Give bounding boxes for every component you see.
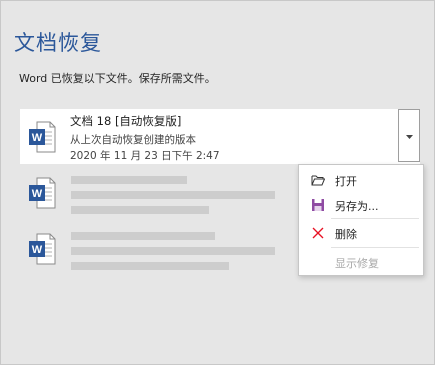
document-recovery-pane: 文档恢复 Word 已恢复以下文件。保存所需文件。 W 文档 18 [自动恢复版…	[0, 0, 435, 365]
svg-text:W: W	[32, 188, 43, 200]
file-placeholder-line	[71, 176, 187, 184]
file-options-dropdown-button[interactable]	[398, 109, 420, 162]
menu-item-label: 打开	[335, 175, 357, 188]
chevron-down-icon	[406, 135, 413, 139]
file-name: 文档 18 [自动恢复版]	[70, 114, 182, 128]
menu-item-show-repairs: 显示修复	[299, 251, 423, 273]
file-placeholder-line	[71, 206, 209, 214]
svg-text:W: W	[32, 244, 43, 256]
word-document-icon: W	[29, 121, 56, 153]
file-placeholder-line	[71, 191, 275, 199]
save-icon	[312, 199, 324, 211]
recovered-file-item[interactable]: W 文档 18 [自动恢复版] 从上次自动恢复创建的版本 2020 年 11 月…	[20, 109, 420, 164]
menu-item-delete[interactable]: 删除	[299, 222, 423, 244]
word-document-icon[interactable]: W	[28, 177, 56, 209]
delete-x-icon	[312, 227, 324, 239]
open-folder-icon	[311, 175, 325, 186]
file-version-note: 从上次自动恢复创建的版本	[70, 134, 196, 146]
menu-item-save-as[interactable]: 另存为...	[299, 194, 423, 216]
menu-separator	[331, 247, 419, 248]
menu-item-label: 另存为...	[335, 200, 379, 213]
menu-item-label: 显示修复	[335, 257, 379, 270]
file-placeholder-line	[71, 262, 229, 270]
menu-separator	[331, 218, 419, 219]
file-date: 2020 年 11 月 23 日下午 2:47	[70, 150, 220, 162]
file-context-menu: 打开 另存为... 删除 显示修复	[298, 164, 424, 276]
page-title: 文档恢复	[14, 31, 102, 55]
word-document-icon[interactable]: W	[28, 233, 56, 265]
menu-item-open[interactable]: 打开	[299, 169, 423, 191]
file-placeholder-line	[71, 247, 275, 255]
svg-text:W: W	[32, 132, 43, 144]
file-placeholder-line	[71, 232, 215, 240]
recovery-description: Word 已恢复以下文件。保存所需文件。	[19, 72, 216, 85]
menu-item-label: 删除	[335, 228, 357, 241]
